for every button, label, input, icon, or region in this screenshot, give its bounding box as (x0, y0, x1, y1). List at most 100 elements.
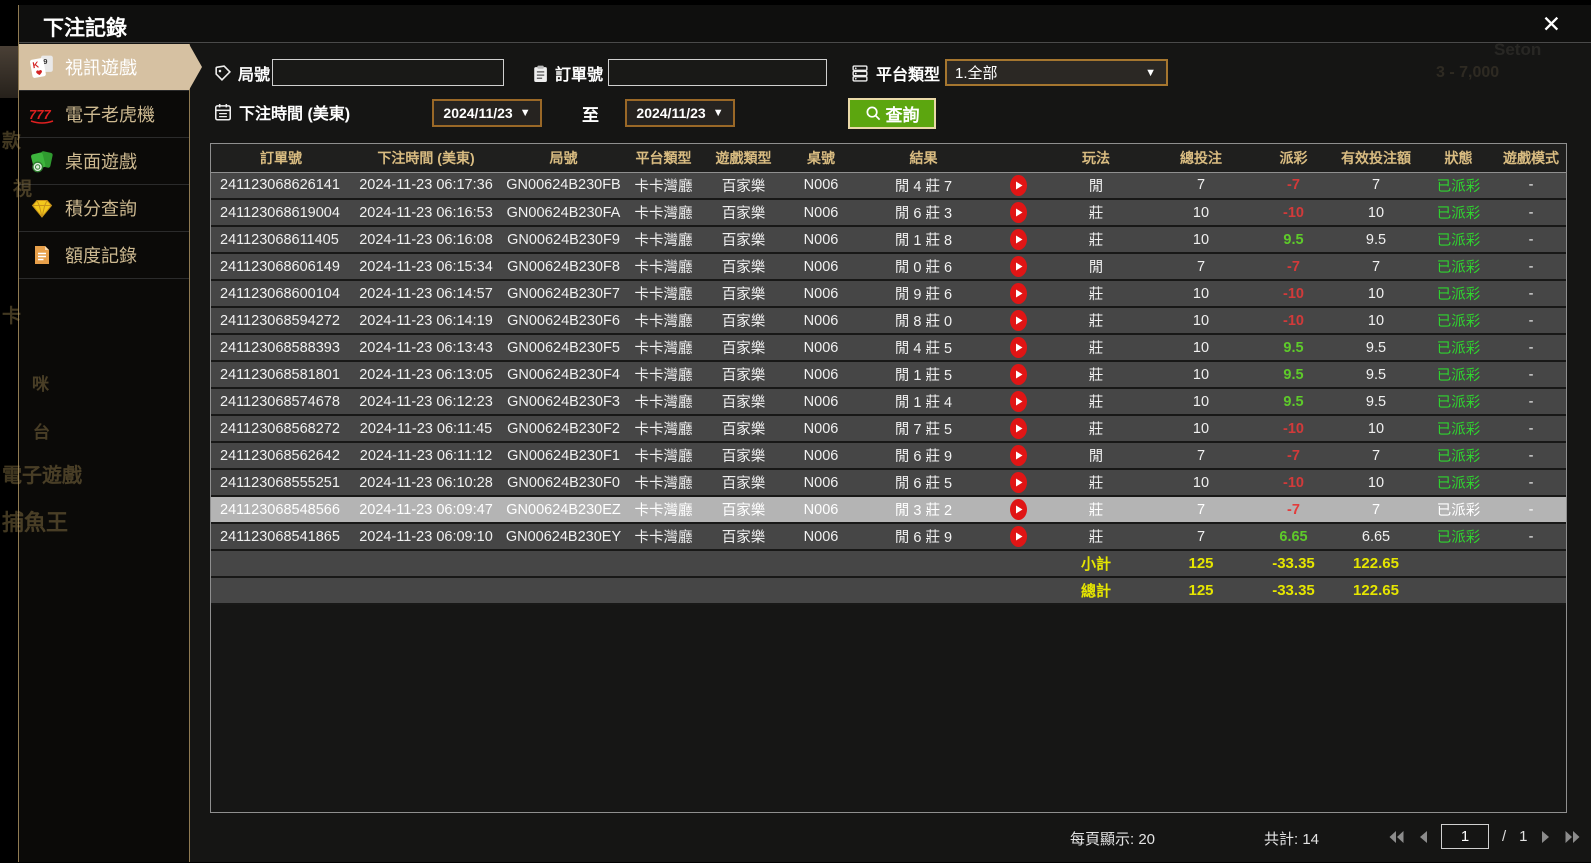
order-label: 訂單號 (530, 61, 603, 85)
date-to-picker[interactable]: 2024/11/23 ▼ (625, 99, 735, 127)
replay-button[interactable] (991, 172, 1046, 199)
platform-label: 平台類型 (850, 61, 940, 85)
table-row[interactable]: 241123068555251 2024-11-23 06:10:28 GN00… (211, 469, 1566, 496)
cell-round: GN00624B230F0 (501, 469, 626, 496)
sidebar-item-table-games[interactable]: 桌面遊戲 (19, 138, 189, 185)
bet-records-table: 訂單號 下注時間 (美東) 局號 平台類型 遊戲類型 桌號 結果 玩法 總投注 … (210, 143, 1567, 813)
table-row[interactable]: 241123068626141 2024-11-23 06:17:36 GN00… (211, 172, 1566, 199)
cell-game-mode: - (1496, 307, 1566, 334)
play-icon (1009, 525, 1028, 548)
table-row[interactable]: 241123068568272 2024-11-23 06:11:45 GN00… (211, 415, 1566, 442)
cell-platform: 卡卡灣廳 (626, 361, 701, 388)
table-row[interactable]: 241123068541865 2024-11-23 06:09:10 GN00… (211, 523, 1566, 550)
platform-select[interactable]: 1.全部 ▼ (945, 59, 1168, 86)
sidebar-item-slots[interactable]: 777 電子老虎機 (19, 91, 189, 138)
play-icon (1009, 417, 1028, 440)
cell-game-type: 百家樂 (701, 226, 786, 253)
cell-status: 已派彩 (1421, 523, 1496, 550)
replay-button[interactable] (991, 523, 1046, 550)
replay-button[interactable] (991, 415, 1046, 442)
table-row[interactable]: 241123068611405 2024-11-23 06:16:08 GN00… (211, 226, 1566, 253)
cell-game-mode: - (1496, 199, 1566, 226)
cell-game-mode: - (1496, 280, 1566, 307)
cell-table-no: N006 (786, 415, 856, 442)
cell-result: 閒 1 莊 5 (856, 361, 991, 388)
replay-button[interactable] (991, 442, 1046, 469)
replay-button[interactable] (991, 361, 1046, 388)
search-button[interactable]: 查詢 (848, 98, 936, 129)
cell-status: 已派彩 (1421, 388, 1496, 415)
page-number-input[interactable] (1441, 824, 1489, 849)
cell-total-bet: 10 (1146, 415, 1256, 442)
replay-button[interactable] (991, 226, 1046, 253)
cell-round: GN00624B230F9 (501, 226, 626, 253)
table-row[interactable]: 241123068574678 2024-11-23 06:12:23 GN00… (211, 388, 1566, 415)
cell-total-bet: 10 (1146, 388, 1256, 415)
replay-button[interactable] (991, 388, 1046, 415)
clipboard-icon (530, 64, 549, 83)
sidebar-item-label: 桌面遊戲 (65, 148, 137, 174)
next-page-icon[interactable] (1541, 830, 1551, 844)
col-bet-time: 下注時間 (美東) (351, 144, 501, 172)
last-page-icon[interactable] (1564, 830, 1581, 844)
bet-time-label: 下注時間 (美東) (213, 100, 350, 124)
cell-platform: 卡卡灣廳 (626, 334, 701, 361)
cell-table-no: N006 (786, 496, 856, 523)
order-input[interactable] (608, 59, 827, 86)
table-row[interactable]: 241123068594272 2024-11-23 06:14:19 GN00… (211, 307, 1566, 334)
replay-button[interactable] (991, 199, 1046, 226)
table-row[interactable]: 241123068581801 2024-11-23 06:13:05 GN00… (211, 361, 1566, 388)
sidebar-item-points[interactable]: 積分查詢 (19, 185, 189, 232)
cell-result: 閒 4 莊 7 (856, 172, 991, 199)
cell-play: 莊 (1046, 415, 1146, 442)
cell-table-no: N006 (786, 280, 856, 307)
col-table-no: 桌號 (786, 144, 856, 172)
cell-payout: -7 (1256, 172, 1331, 199)
table-row[interactable]: 241123068588393 2024-11-23 06:13:43 GN00… (211, 334, 1566, 361)
cell-order: 241123068588393 (211, 334, 351, 361)
cell-bet-time: 2024-11-23 06:16:53 (351, 199, 501, 226)
cell-platform: 卡卡灣廳 (626, 253, 701, 280)
cell-payout: -7 (1256, 496, 1331, 523)
close-icon[interactable]: ✕ (1542, 11, 1561, 37)
cell-game-type: 百家樂 (701, 199, 786, 226)
replay-button[interactable] (991, 469, 1046, 496)
background-avatar (0, 46, 18, 98)
table-row[interactable]: 241123068619004 2024-11-23 06:16:53 GN00… (211, 199, 1566, 226)
cell-payout: -7 (1256, 253, 1331, 280)
round-input[interactable] (272, 59, 504, 86)
cell-game-mode: - (1496, 388, 1566, 415)
cell-table-no: N006 (786, 334, 856, 361)
col-payout: 派彩 (1256, 144, 1331, 172)
prev-page-icon[interactable] (1418, 830, 1428, 844)
cell-game-mode: - (1496, 415, 1566, 442)
table-row[interactable]: 241123068606149 2024-11-23 06:15:34 GN00… (211, 253, 1566, 280)
table-row[interactable]: 241123068548566 2024-11-23 06:09:47 GN00… (211, 496, 1566, 523)
chevron-down-icon: ▼ (1145, 67, 1156, 79)
cell-order: 241123068548566 (211, 496, 351, 523)
document-icon (28, 242, 56, 268)
cell-round: GN00624B230F7 (501, 280, 626, 307)
cell-play: 莊 (1046, 361, 1146, 388)
col-game-type: 遊戲類型 (701, 144, 786, 172)
first-page-icon[interactable] (1388, 830, 1405, 844)
sidebar-item-video-games[interactable]: 9 K 視訊遊戲 (19, 44, 189, 91)
table-header-row: 訂單號 下注時間 (美東) 局號 平台類型 遊戲類型 桌號 結果 玩法 總投注 … (211, 144, 1566, 172)
cell-status: 已派彩 (1421, 496, 1496, 523)
cell-payout: -10 (1256, 469, 1331, 496)
cell-game-type: 百家樂 (701, 388, 786, 415)
cell-platform: 卡卡灣廳 (626, 415, 701, 442)
table-row[interactable]: 241123068562642 2024-11-23 06:11:12 GN00… (211, 442, 1566, 469)
date-from-picker[interactable]: 2024/11/23 ▼ (432, 99, 542, 127)
replay-button[interactable] (991, 307, 1046, 334)
replay-button[interactable] (991, 496, 1046, 523)
col-total-bet: 總投注 (1146, 144, 1256, 172)
replay-button[interactable] (991, 253, 1046, 280)
replay-button[interactable] (991, 334, 1046, 361)
table-row[interactable]: 241123068600104 2024-11-23 06:14:57 GN00… (211, 280, 1566, 307)
cell-bet-time: 2024-11-23 06:12:23 (351, 388, 501, 415)
cell-result: 閒 6 莊 9 (856, 442, 991, 469)
sidebar-item-credit-records[interactable]: 額度記錄 (19, 232, 189, 279)
cell-result: 閒 8 莊 0 (856, 307, 991, 334)
replay-button[interactable] (991, 280, 1046, 307)
